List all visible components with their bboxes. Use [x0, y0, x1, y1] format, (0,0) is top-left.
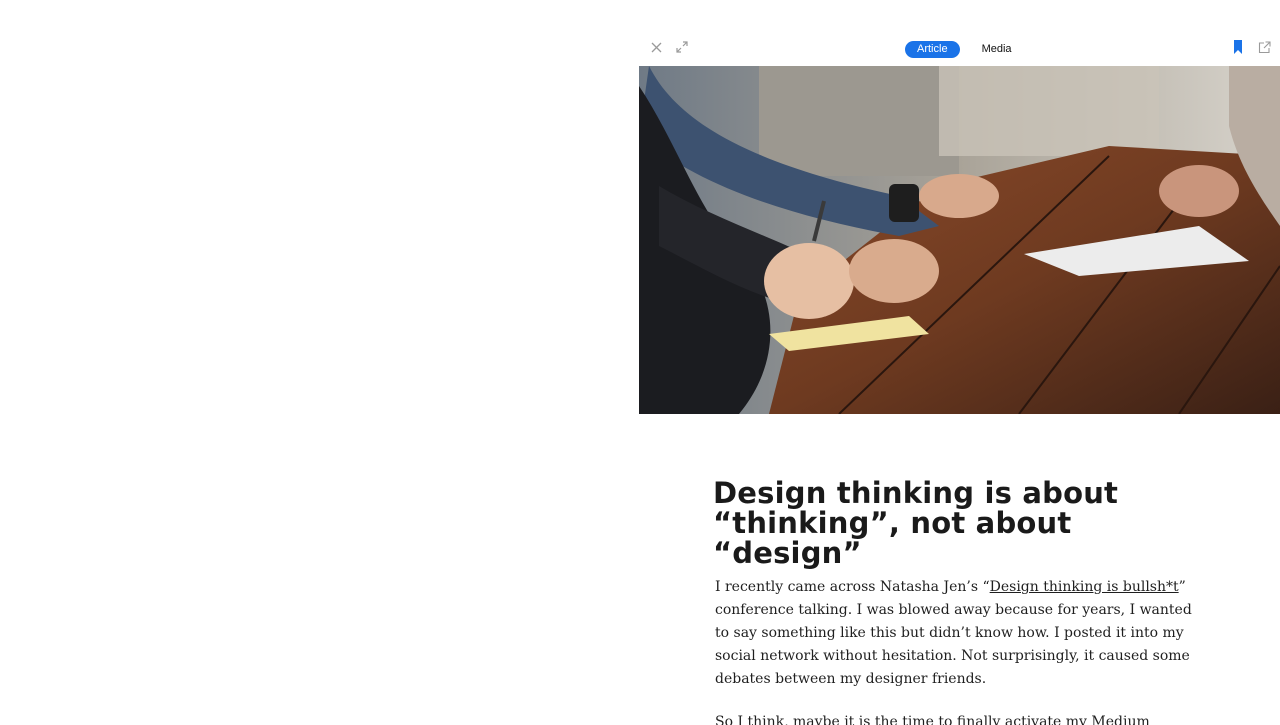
hero-image: [639, 66, 1280, 414]
tab-media[interactable]: Media: [970, 41, 1024, 58]
bookmark-button[interactable]: [1229, 38, 1247, 56]
article-body: Design thinking is about “thinking”, not…: [713, 478, 1213, 725]
article-title: Design thinking is about “thinking”, not…: [713, 478, 1213, 568]
paragraph-2: So I think, maybe it is the time to fina…: [715, 711, 1199, 725]
article-title-line1: Design thinking is about: [713, 476, 1119, 510]
meeting-table-photo: [639, 66, 1280, 414]
paragraph-1-intro: I recently came across Natasha Jen’s “: [715, 579, 990, 595]
talk-link[interactable]: Design thinking is bullsh*t: [990, 579, 1179, 595]
expand-button[interactable]: [673, 38, 691, 56]
reader-pane: Article Media Design thinking is about “…: [639, 0, 1280, 725]
open-external-button[interactable]: [1255, 38, 1273, 56]
tab-article[interactable]: Article: [905, 40, 960, 58]
paragraph-1: I recently came across Natasha Jen’s “De…: [715, 576, 1199, 691]
paragraph-1-rest: ” conference talking. I was blowed away …: [715, 579, 1192, 687]
view-segmented-control: Article Media: [905, 40, 1024, 58]
close-icon: [651, 42, 661, 52]
expand-icon: [676, 41, 688, 53]
share-icon: [1258, 40, 1271, 53]
reader-toolbar: Article Media: [639, 0, 1280, 66]
article-title-line2: “thinking”, not about “design”: [713, 506, 1072, 570]
bookmark-icon: [1234, 40, 1242, 54]
blank-left-area: [0, 0, 639, 725]
close-button[interactable]: [647, 38, 665, 56]
paragraph-2-text: So I think, maybe it is the time to fina…: [715, 714, 1150, 725]
